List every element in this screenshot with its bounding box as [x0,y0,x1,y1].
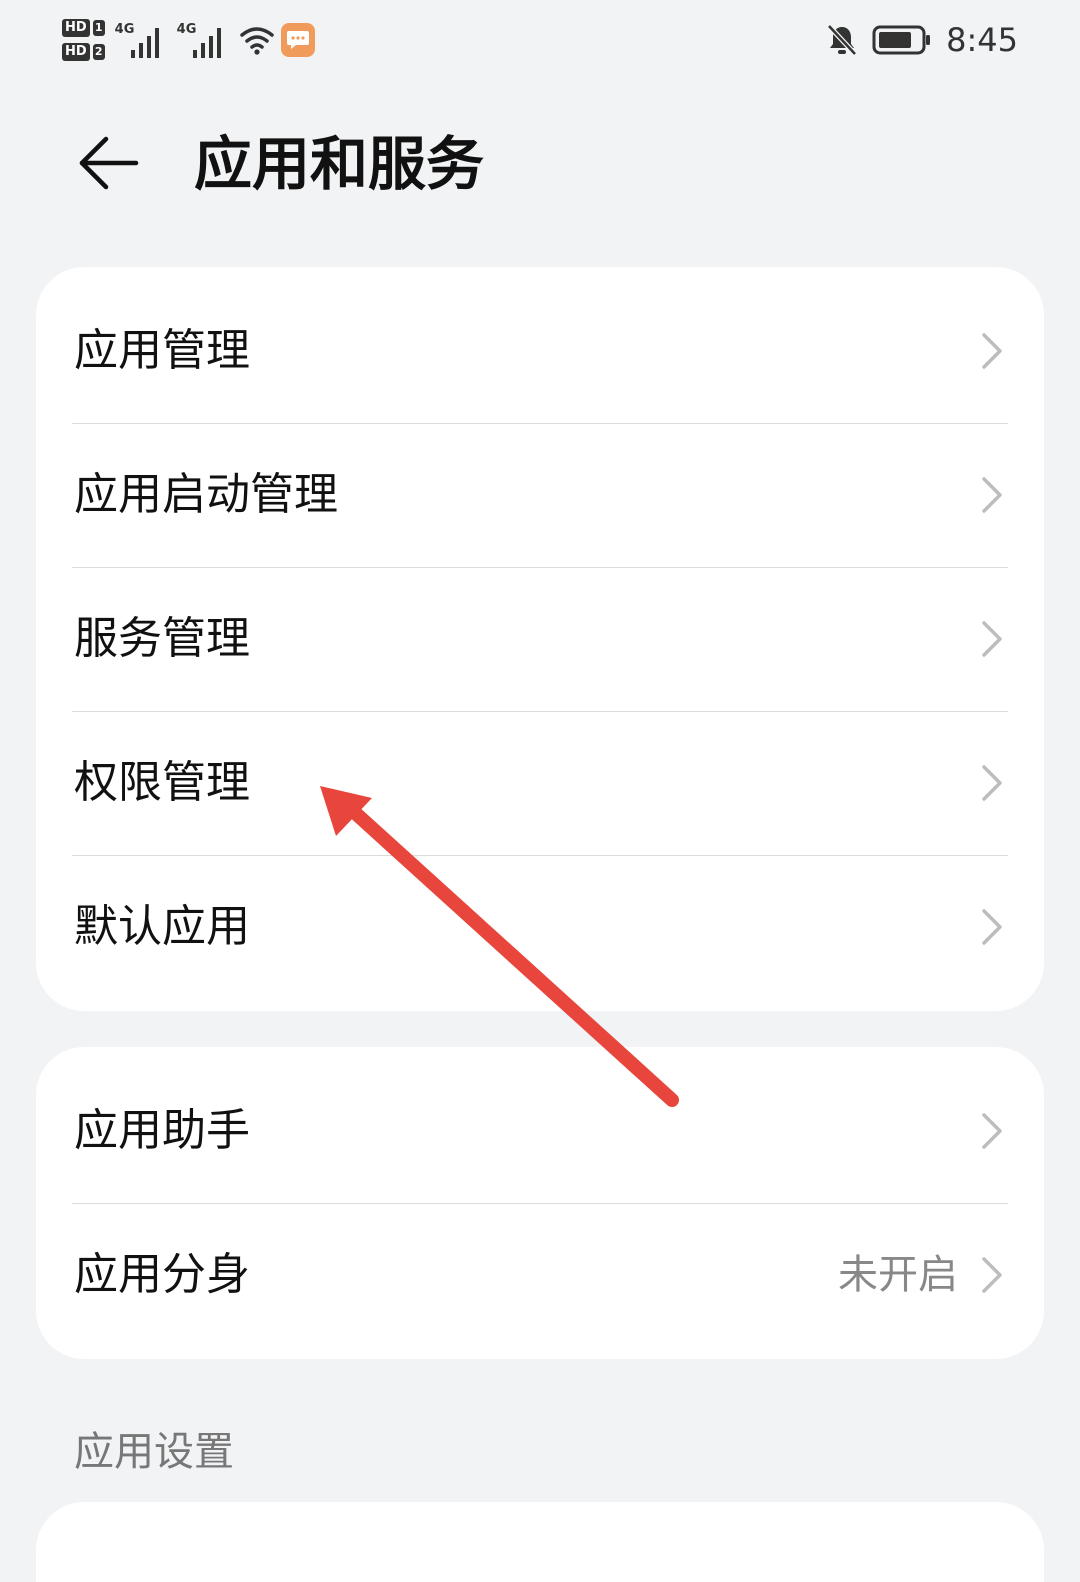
hd-badge-1: HD [62,19,90,37]
list-item-label: 默认应用 [74,901,250,952]
sim2-badge: HD 2 [62,43,105,61]
list-item-permission-management[interactable]: 权限管理 [36,711,1044,855]
list-item-label: 应用管理 [74,325,250,376]
wifi-icon [239,27,274,55]
list-item-label: 服务管理 [74,613,250,664]
chevron-right-icon [982,1257,1002,1293]
list-item-label: 应用启动管理 [74,469,338,520]
chevron-right-icon [982,477,1002,513]
signal-icon: 4G [177,20,231,60]
chevron-right-icon [982,621,1002,657]
status-bar: HD 1 HD 2 4G 4G 8:45 [0,0,1080,80]
chevron-right-icon [982,909,1002,945]
section-header-app-settings: 应用设置 [74,1429,234,1475]
page-header: 应用和服务 [0,100,1080,230]
status-bar-left: HD 1 HD 2 4G 4G [62,10,315,70]
list-item-label: 应用助手 [74,1105,250,1156]
battery-icon [872,25,931,55]
list-item-app-assistant[interactable]: 应用助手 [36,1059,1044,1203]
status-time: 8:45 [946,21,1018,59]
list-item-default-apps[interactable]: 默认应用 [36,855,1044,999]
list-item-app-management[interactable]: 应用管理 [36,279,1044,423]
sim-badges: HD 1 HD 2 [62,19,105,61]
back-button[interactable] [70,128,146,198]
sim-number-2: 2 [92,44,105,60]
settings-group-2: 应用助手 应用分身 未开启 [36,1047,1044,1359]
list-item-label: 应用分身 [74,1249,250,1300]
sim-number-1: 1 [92,20,105,36]
message-icon [280,23,315,57]
page-title: 应用和服务 [194,130,485,198]
settings-group-3 [36,1502,1044,1582]
settings-group-1: 应用管理 应用启动管理 服务管理 权限管理 默认应用 [36,267,1044,1011]
list-item-label: 权限管理 [74,757,250,808]
sim1-badge: HD 1 [62,19,105,37]
list-item-app-twin[interactable]: 应用分身 未开启 [36,1203,1044,1347]
arrow-left-icon [79,136,139,190]
signal-icon: 4G [115,20,169,60]
chevron-right-icon [982,1113,1002,1149]
list-item-app-launch-management[interactable]: 应用启动管理 [36,423,1044,567]
chevron-right-icon [982,333,1002,369]
status-bar-right: 8:45 [826,18,1018,62]
hd-badge-2: HD [62,43,90,61]
list-item-service-management[interactable]: 服务管理 [36,567,1044,711]
list-item-status-value: 未开启 [838,1252,958,1298]
bell-muted-icon [827,24,857,56]
chevron-right-icon [982,765,1002,801]
